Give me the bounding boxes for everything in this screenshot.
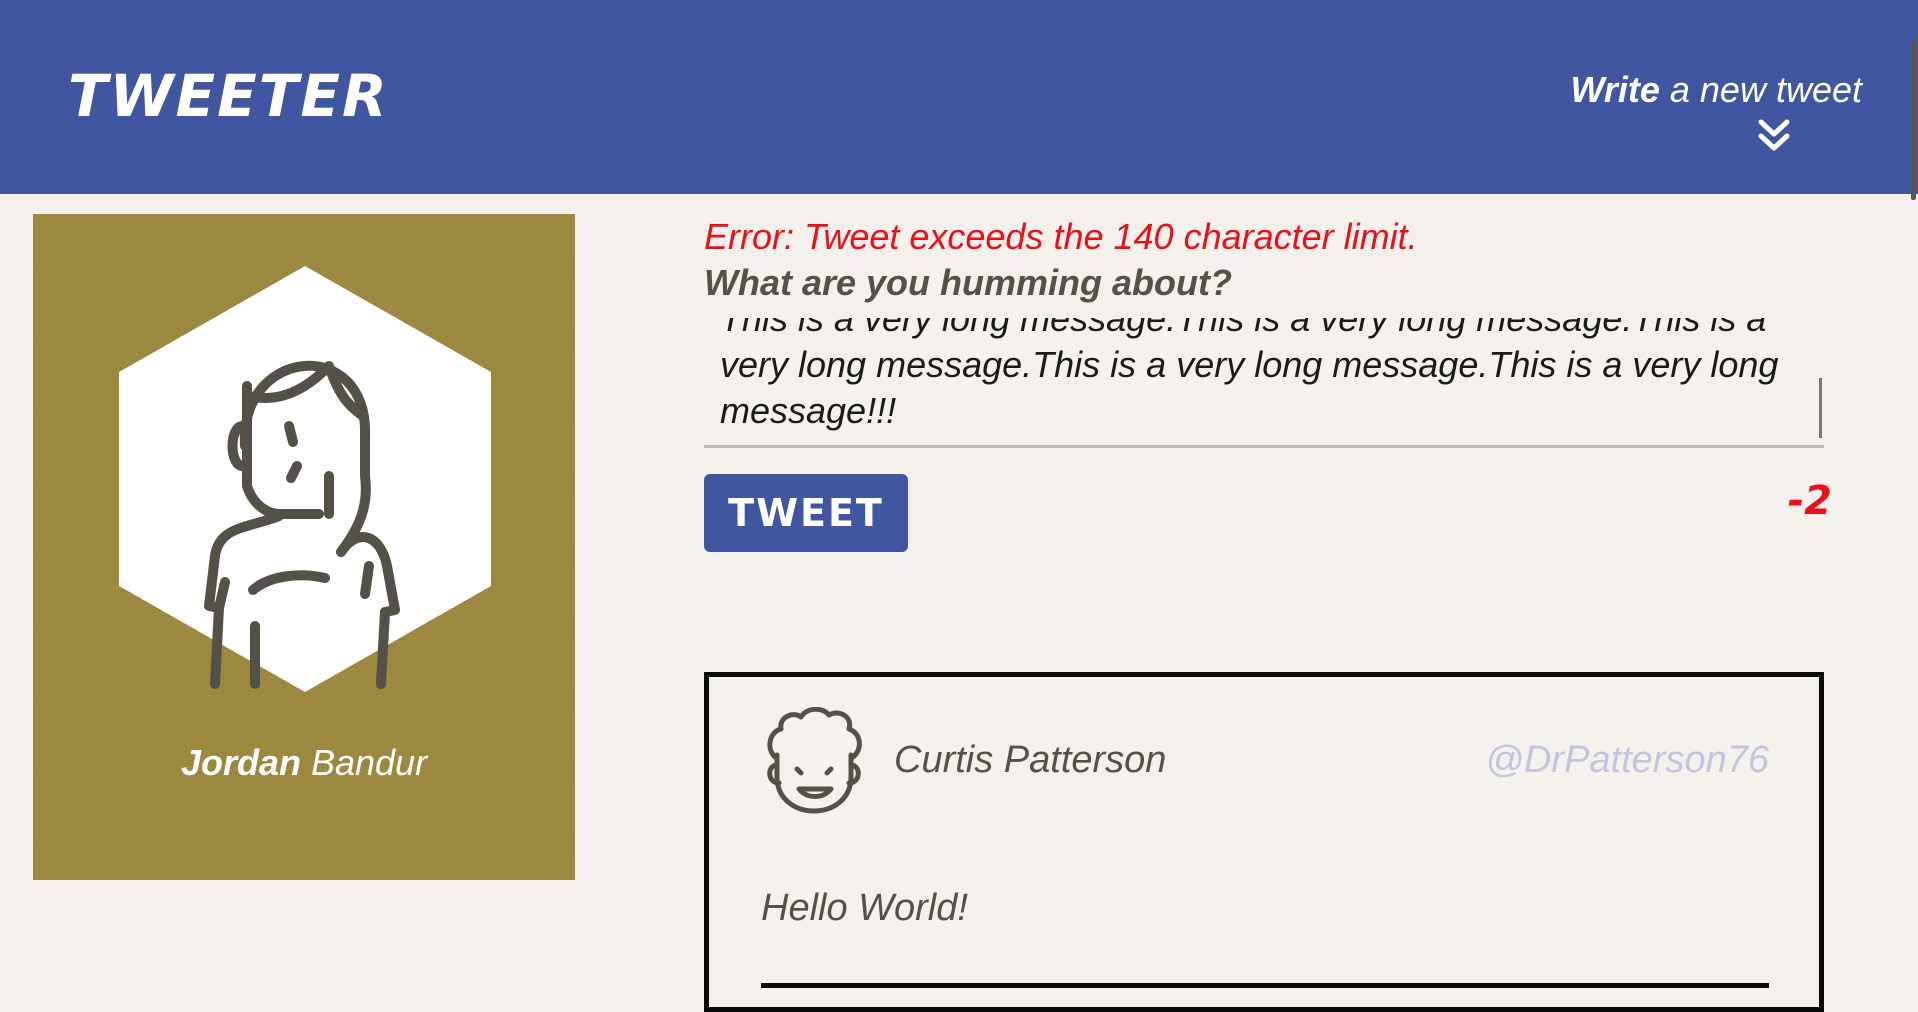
compose-prompt: What are you humming about? <box>704 262 1232 303</box>
tweet-body: Hello World! <box>761 887 968 929</box>
double-chevron-down-icon[interactable] <box>1757 118 1791 154</box>
tweet-divider <box>761 983 1769 988</box>
write-tweet-toggle[interactable]: Write a new tweet <box>1562 66 1862 166</box>
curly-hair-avatar-icon <box>767 707 862 814</box>
tweet-textarea[interactable]: This is a very long message.This is a ve… <box>704 318 1824 448</box>
write-tweet-bold: Write <box>1570 69 1660 110</box>
write-tweet-label[interactable]: Write a new tweet <box>1562 66 1862 114</box>
textarea-scrollbar[interactable] <box>1819 378 1822 438</box>
tweet-author-name[interactable]: Curtis Patterson <box>894 739 1166 782</box>
page-scrollbar[interactable] <box>1911 40 1916 200</box>
profile-first-name: Jordan <box>180 742 301 783</box>
character-counter: -2 <box>1787 478 1832 524</box>
profile-last-name: Bandur <box>300 742 428 783</box>
tweet-author-handle[interactable]: @DrPatterson76 <box>1485 739 1769 782</box>
tweet-button[interactable]: TWEET <box>704 474 908 552</box>
app-logo[interactable]: TWEETER <box>68 62 389 130</box>
tweet-textarea-text[interactable]: This is a very long message.This is a ve… <box>720 318 1780 434</box>
user-avatar-icon <box>119 266 491 692</box>
compose-actions: TWEET -2 <box>704 474 1832 554</box>
profile-name: Jordan Bandur <box>33 742 575 784</box>
top-nav: TWEETER Write a new tweet <box>0 0 1918 200</box>
compose-section: Error: Tweet exceeds the 140 character l… <box>704 214 1832 554</box>
profile-card: Jordan Bandur <box>33 214 575 880</box>
write-tweet-rest: a new tweet <box>1659 69 1862 110</box>
error-message: Error: Tweet exceeds the 140 character l… <box>704 216 1418 257</box>
tweet-card: Curtis Patterson @DrPatterson76 Hello Wo… <box>704 672 1824 1012</box>
